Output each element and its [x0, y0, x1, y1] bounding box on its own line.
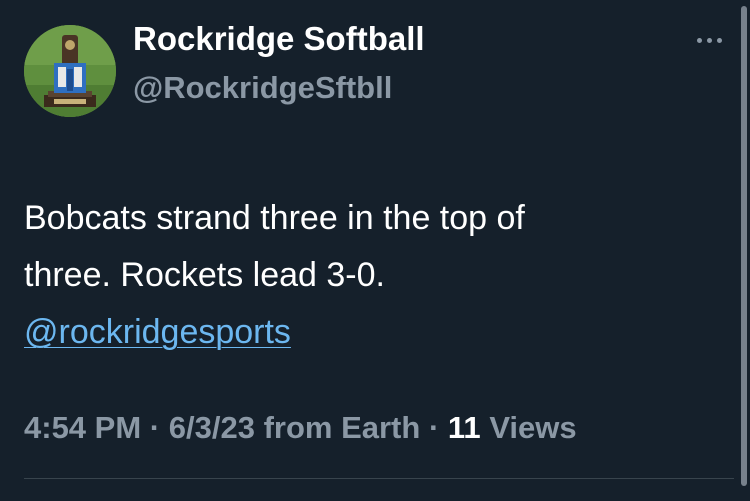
tweet-card: Rockridge Softball @RockridgeSftbll Bobc…	[0, 0, 750, 501]
avatar[interactable]	[24, 25, 116, 117]
tweet-text-line-1: Bobcats strand three in the top of	[24, 199, 525, 237]
more-horizontal-icon-dot	[707, 38, 712, 43]
tweet-text: Bobcats strand three in the top of three…	[24, 190, 714, 361]
more-horizontal-icon	[697, 38, 702, 43]
divider	[24, 478, 734, 479]
tweet-meta: 4:54 PM · 6/3/23 from Earth · 11 Views	[24, 410, 577, 446]
mention-link[interactable]: @rockridgesports	[24, 313, 291, 351]
meta-separator: ·	[149, 410, 161, 445]
tweet-text-line-2: three. Rockets lead 3-0.	[24, 256, 385, 294]
tweet-date[interactable]: 6/3/23	[169, 410, 255, 445]
tweet-source: from Earth	[263, 410, 421, 445]
meta-separator: ·	[428, 410, 440, 445]
trophy-avatar-image	[24, 25, 116, 117]
author-name[interactable]: Rockridge Softball	[133, 20, 425, 58]
author-handle[interactable]: @RockridgeSftbll	[133, 70, 392, 106]
more-horizontal-icon-dot	[717, 38, 722, 43]
more-options-button[interactable]	[690, 26, 730, 56]
views-count[interactable]: 11	[448, 410, 481, 445]
scrollbar-thumb[interactable]	[741, 6, 747, 486]
views-label[interactable]: Views	[489, 410, 576, 445]
tweet-time[interactable]: 4:54 PM	[24, 410, 141, 445]
